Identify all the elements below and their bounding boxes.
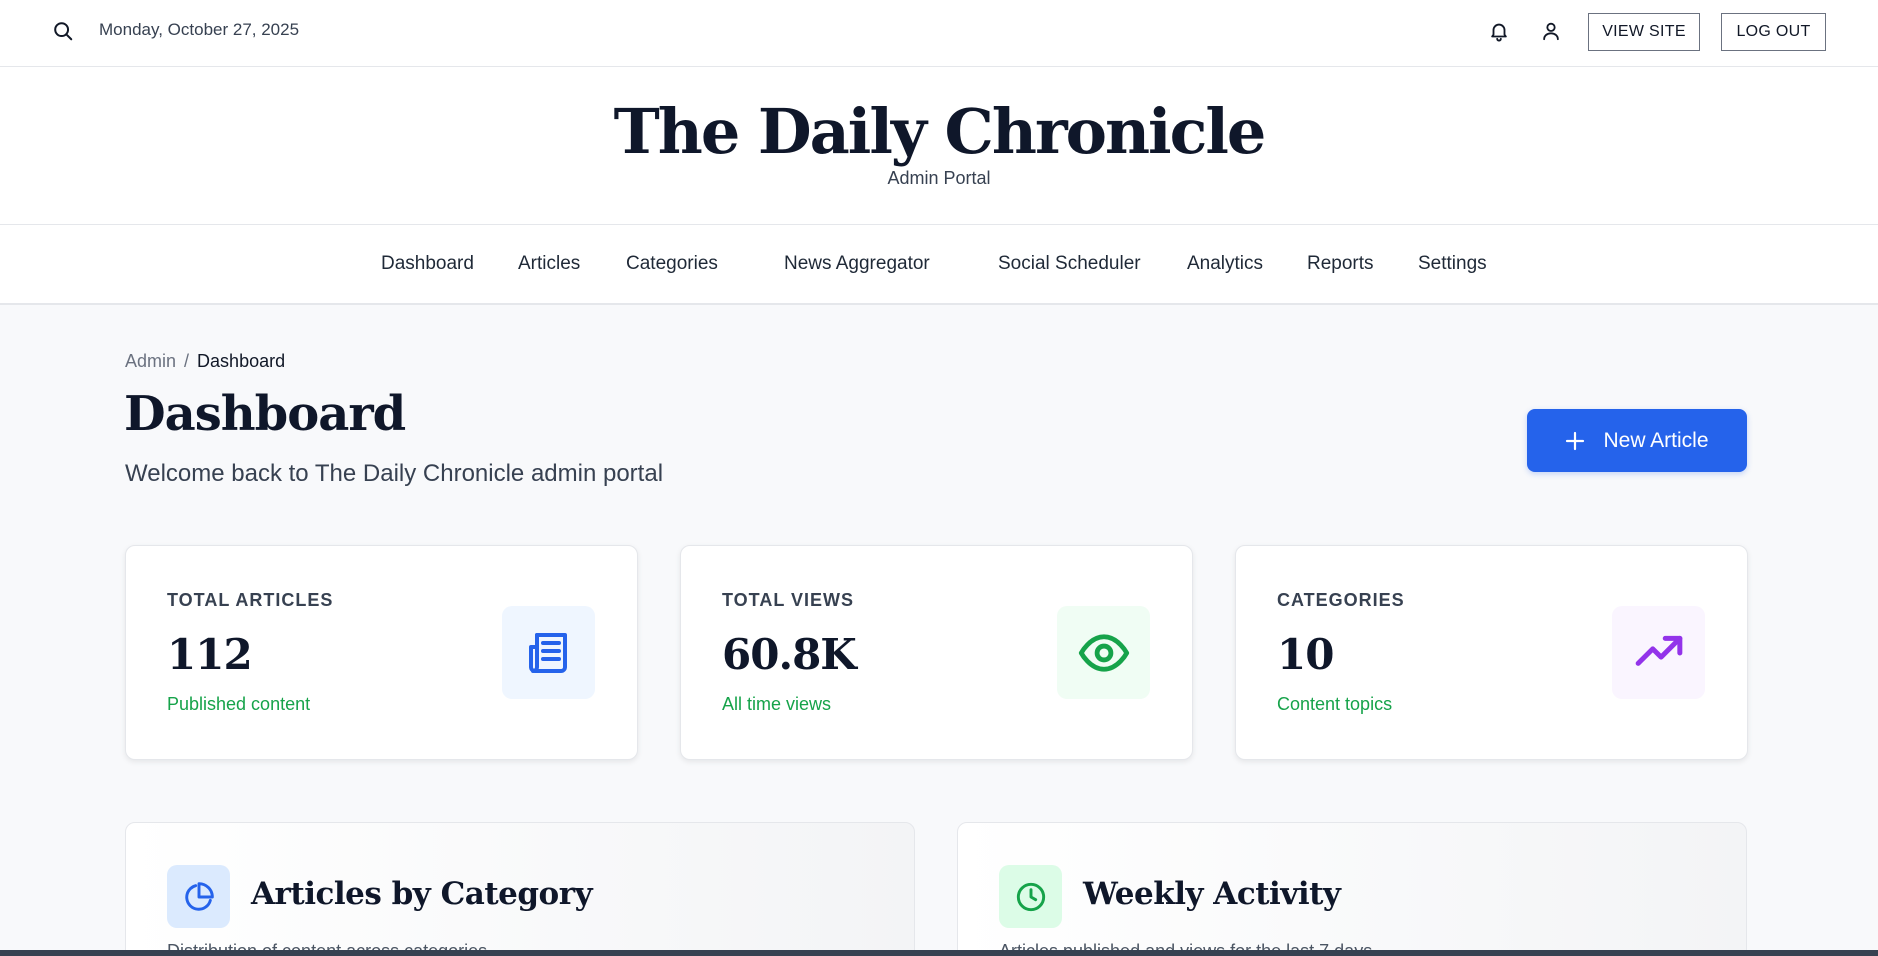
panel-title: Weekly Activity [1083,876,1341,912]
stat-value: 112 [167,630,253,679]
new-article-label: New Article [1603,428,1709,452]
nav-item-settings[interactable]: Settings [1418,253,1487,275]
eye-icon [1057,606,1150,699]
nav-item-articles[interactable]: Articles [518,253,580,275]
main-nav: Dashboard Articles Categories News Aggre… [0,225,1878,305]
top-bar: Monday, October 27, 2025 VIEW SITE LOG O… [0,0,1878,67]
newspaper-icon [502,606,595,699]
bell-icon[interactable] [1488,19,1510,43]
stat-card-categories: CATEGORIES 10 Content topics [1235,545,1748,760]
search-icon[interactable] [52,20,74,42]
window-bottom-edge [0,950,1878,956]
page-subtitle: Welcome back to The Daily Chronicle admi… [125,460,664,487]
new-article-button[interactable]: New Article [1527,409,1747,472]
breadcrumb-current: Dashboard [197,351,286,371]
stat-note: All time views [722,694,832,714]
site-subtitle: Admin Portal [887,168,991,188]
trending-up-icon [1612,606,1705,699]
stat-card-total-views: TOTAL VIEWS 60.8K All time views [680,545,1193,760]
stat-label: TOTAL ARTICLES [167,590,334,610]
current-date: Monday, October 27, 2025 [99,20,300,39]
breadcrumb-separator: / [184,351,190,371]
nav-item-news-aggregator[interactable]: News Aggregator [784,253,930,275]
stat-label: CATEGORIES [1277,590,1405,610]
panel-articles-by-category: Articles by Category Distribution of con… [125,822,915,956]
breadcrumb-root[interactable]: Admin [125,351,176,371]
nav-item-dashboard[interactable]: Dashboard [381,253,474,275]
nav-item-social-scheduler[interactable]: Social Scheduler [998,253,1141,275]
stat-note: Content topics [1277,694,1393,714]
plus-icon [1566,431,1585,450]
nav-item-reports[interactable]: Reports [1307,253,1374,275]
panel-title: Articles by Category [251,876,593,912]
site-title[interactable]: The Daily Chronicle [0,95,1878,168]
masthead: The Daily Chronicle Admin Portal [0,67,1878,225]
nav-item-analytics[interactable]: Analytics [1187,253,1263,275]
stat-value: 10 [1277,630,1334,679]
panel-weekly-activity: Weekly Activity Articles published and v… [957,822,1747,956]
clock-icon [999,865,1062,928]
page-title: Dashboard [124,386,406,442]
stat-value: 60.8K [722,630,857,679]
nav-item-categories[interactable]: Categories [626,253,718,275]
log-out-button[interactable]: LOG OUT [1721,13,1826,51]
stat-label: TOTAL VIEWS [722,590,855,610]
stat-note: Published content [167,694,311,714]
pie-chart-icon [167,865,230,928]
breadcrumb: Admin / Dashboard [125,351,285,372]
view-site-button[interactable]: VIEW SITE [1588,13,1700,51]
stat-card-total-articles: TOTAL ARTICLES 112 Published content [125,545,638,760]
user-icon[interactable] [1540,20,1562,42]
